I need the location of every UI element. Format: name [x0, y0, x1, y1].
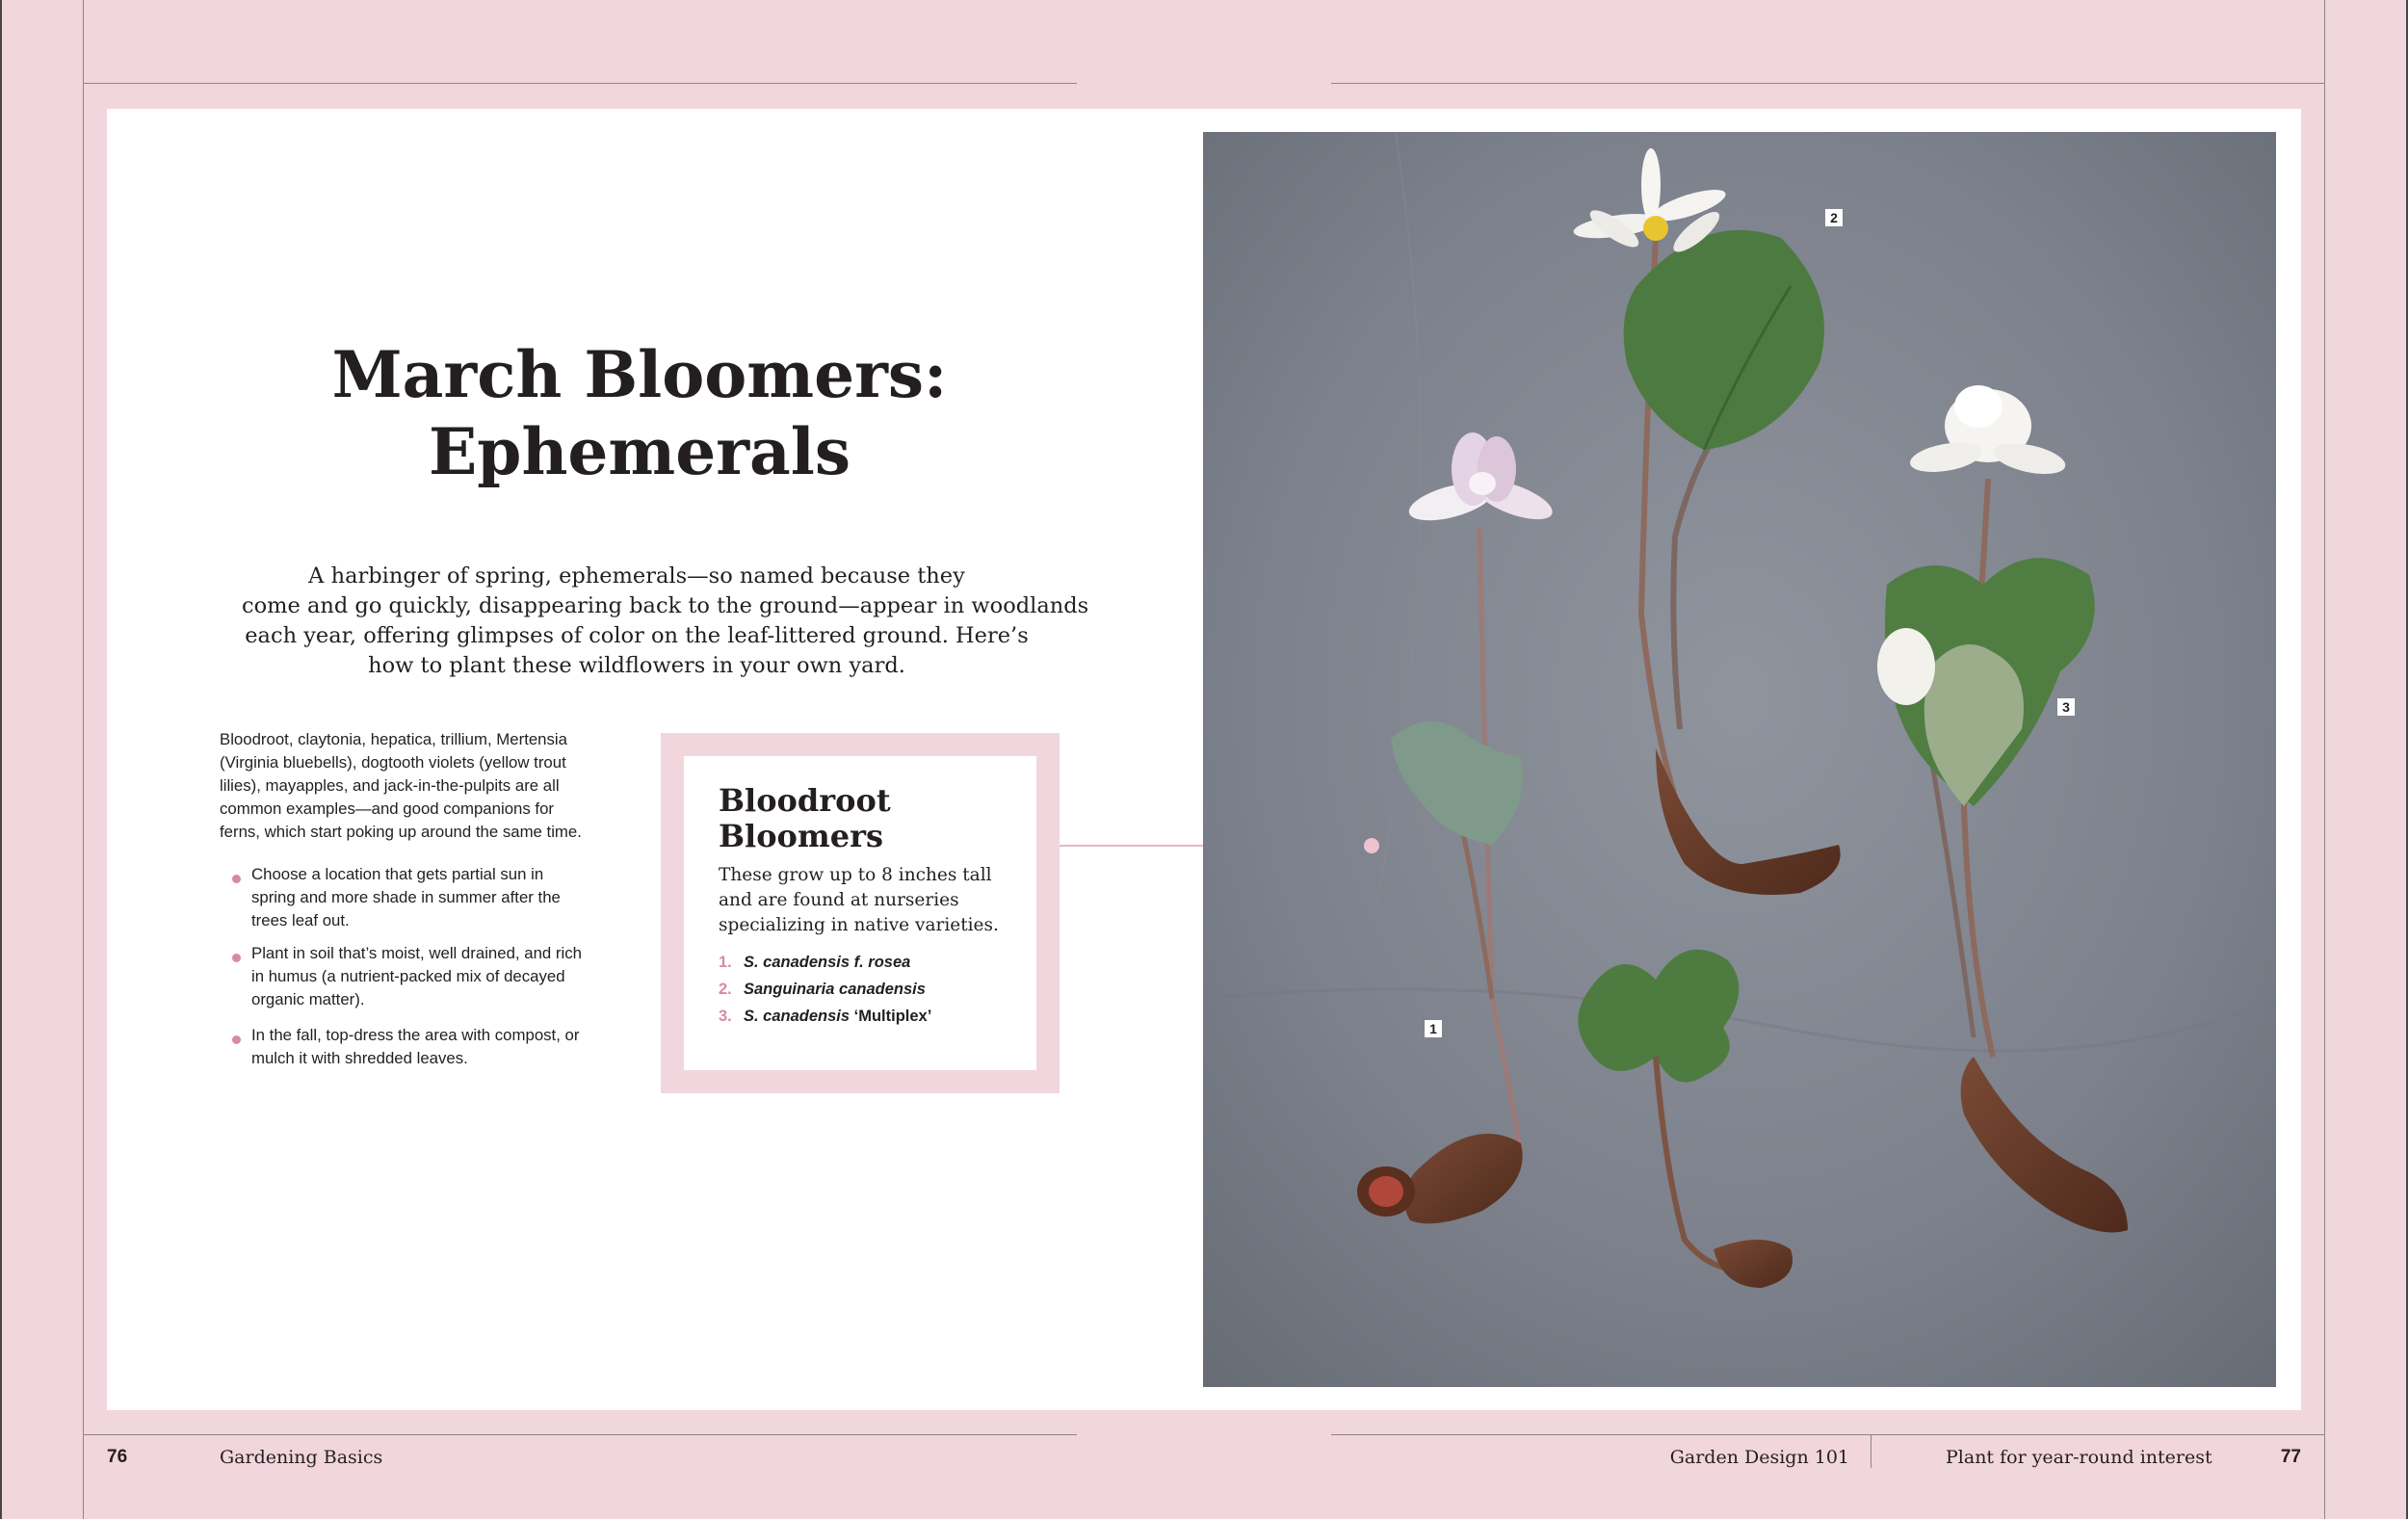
running-head-book: Garden Design 101 [1669, 1447, 1849, 1468]
sidebar-title-line: Bloomers [719, 818, 883, 854]
bottom-rule-right [1331, 1434, 2324, 1435]
list-item-line: In the fall, top-dress the area with com… [251, 1026, 580, 1044]
list-item-line: Choose a location that gets partial sun … [251, 865, 544, 883]
sidebar-list-item: 1. S. canadensis f. rosea [719, 951, 910, 974]
body-line: lilies), mayapples, and jack-in-the-pulp… [220, 776, 560, 795]
top-rule-right [1331, 83, 2324, 84]
sidebar-box: Bloodroot Bloomers These grow up to 8 in… [661, 733, 1060, 1093]
photo-label-1: 1 [1425, 1020, 1442, 1037]
margin-rule-right [2324, 0, 2325, 1519]
photo-label-text: 2 [1830, 210, 1838, 225]
photo-label-3: 3 [2057, 698, 2075, 716]
body-line: ferns, which start poking up around the … [220, 823, 582, 841]
list-number: 3. [719, 1008, 732, 1025]
bullet-dot-icon [232, 954, 241, 962]
body-line: common examples—and good companions for [220, 799, 554, 818]
page-title-line-2: Ephemerals [428, 414, 851, 489]
intro-line: how to plant these wildflowers in your o… [368, 653, 905, 678]
intro-line: come and go quickly, disappearing back t… [242, 593, 1089, 618]
sidebar-title-line: Bloodroot [719, 782, 891, 819]
list-number: 1. [719, 954, 732, 971]
top-rule-left [83, 83, 1077, 84]
bullet-dot-icon [232, 875, 241, 883]
body-line: Bloodroot, claytonia, hepatica, trillium… [220, 730, 567, 748]
plant-name: S. canadensis f. rosea [744, 954, 911, 971]
bullet-dot-icon [232, 1035, 241, 1044]
cultivar-name: ‘Multiplex’ [853, 1008, 932, 1025]
sidebar-body-line: These grow up to 8 inches tall [719, 865, 992, 885]
running-head-left: Gardening Basics [220, 1447, 383, 1468]
list-item-line: organic matter). [251, 990, 365, 1008]
body-line: (Virginia bluebells), dogtooth violets (… [220, 753, 566, 772]
sidebar-body-line: and are found at nurseries [719, 890, 959, 910]
sidebar-list-item: 3. S. canadensis ‘Multiplex’ [719, 1005, 931, 1028]
sidebar-body-line: specializing in native varieties. [719, 915, 999, 935]
sidebar-list-item: 2. Sanguinaria canadensis [719, 978, 926, 1001]
page-title-line-1: March Bloomers: [331, 337, 948, 412]
margin-rule-left [83, 0, 84, 1519]
bloodroot-photo: 1 2 3 [1203, 132, 2276, 1387]
callout-dot-icon [1364, 838, 1379, 853]
plant-name: Sanguinaria canadensis [744, 981, 926, 998]
page-edge-left [0, 0, 2, 1519]
photo-label-2: 2 [1825, 209, 1843, 226]
list-item-line: spring and more shade in summer after th… [251, 888, 561, 906]
content-spread: March Bloomers: Ephemerals A harbinger o… [107, 109, 2301, 1410]
bottom-rule-left [83, 1434, 1077, 1435]
intro-line: each year, offering glimpses of color on… [245, 623, 1029, 648]
sidebar-panel: Bloodroot Bloomers These grow up to 8 in… [684, 756, 1036, 1070]
list-item-line: trees leaf out. [251, 911, 350, 930]
list-item-line: in humus (a nutrient-packed mix of decay… [251, 967, 565, 985]
list-item-line: Plant in soil that’s moist, well drained… [251, 944, 582, 962]
running-head-chapter: Plant for year-round interest [1946, 1447, 2212, 1468]
photo-label-text: 1 [1429, 1021, 1437, 1036]
photo-label-text: 3 [2062, 699, 2070, 715]
list-number: 2. [719, 981, 732, 998]
plant-name: S. canadensis [744, 1008, 854, 1025]
list-item-line: mulch it with shredded leaves. [251, 1049, 468, 1067]
page-number-right: 77 [2280, 1447, 2301, 1467]
page-number-left: 76 [107, 1447, 128, 1467]
intro-line: A harbinger of spring, ephemerals—so nam… [308, 563, 965, 589]
